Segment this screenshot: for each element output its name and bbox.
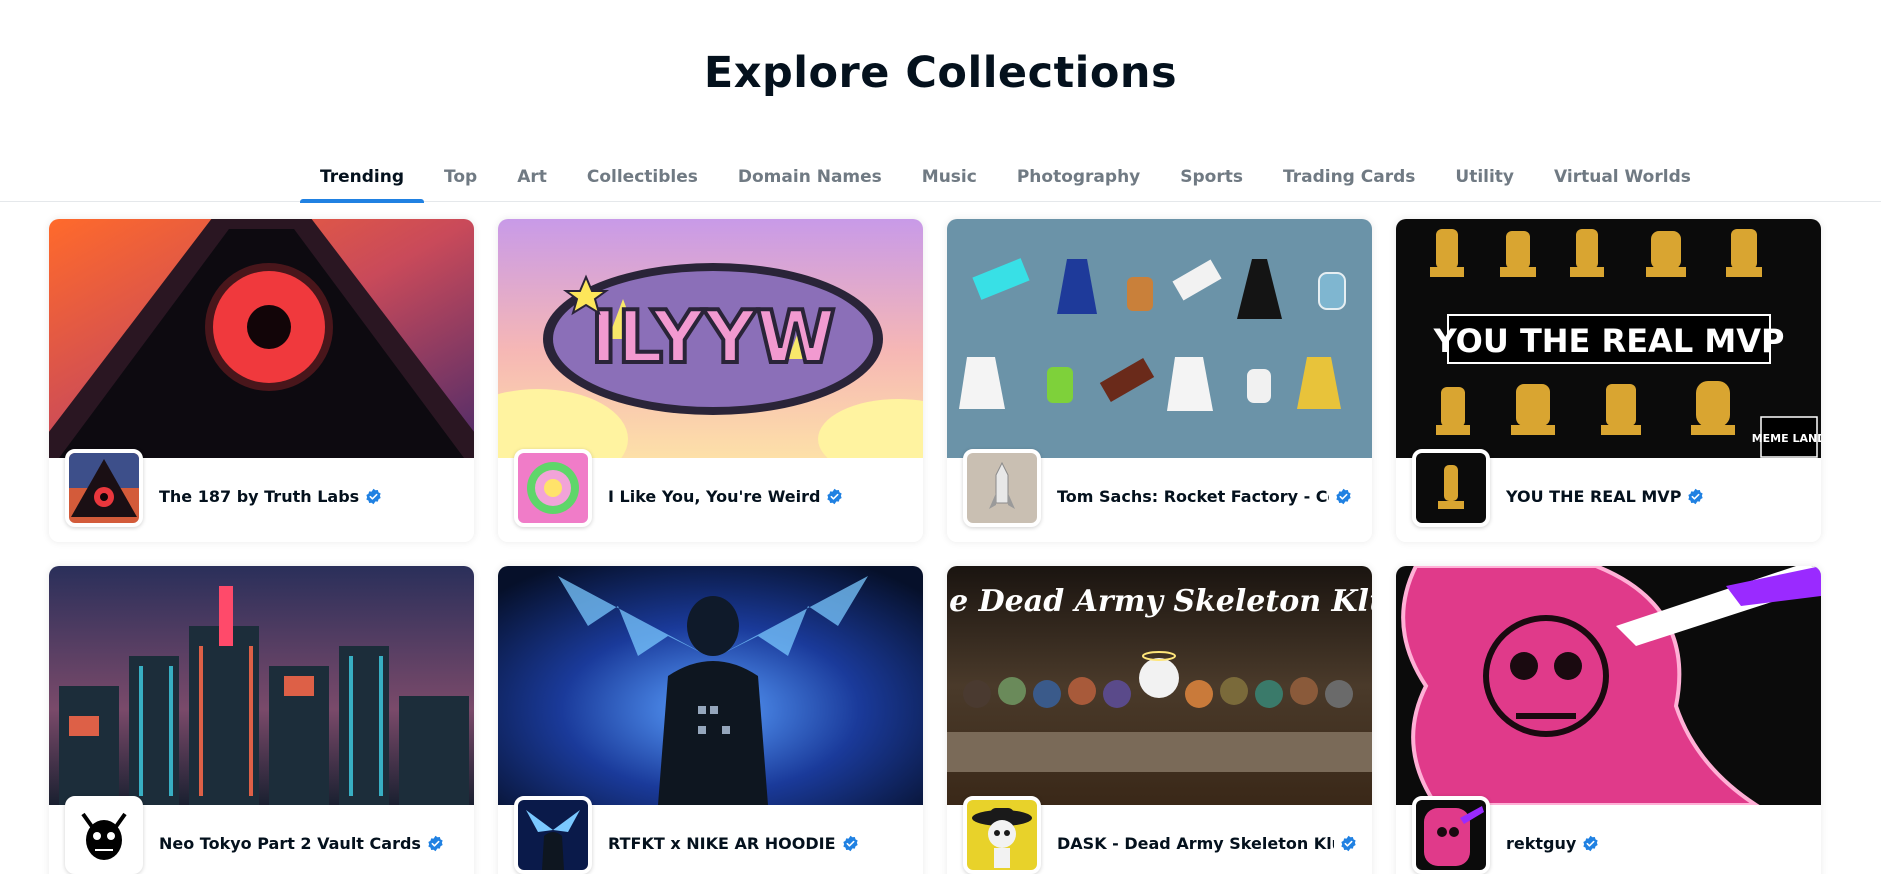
- collection-card[interactable]: YOU THE REAL MVP MEME LAND YOU THE REAL …: [1396, 219, 1821, 542]
- verified-badge-icon: [1583, 835, 1598, 851]
- tab-virtual-worlds[interactable]: Virtual Worlds: [1534, 158, 1711, 202]
- rocket-avatar: [963, 449, 1041, 527]
- tab-music[interactable]: Music: [902, 158, 997, 202]
- collection-name[interactable]: The 187 by Truth Labs: [159, 487, 359, 506]
- rocket-parts-grid-artwork: [947, 219, 1372, 458]
- red-eye-pyramid-artwork: [49, 219, 474, 458]
- collection-card[interactable]: RTFKT x NIKE AR HOODIE: [498, 566, 923, 874]
- collection-card[interactable]: Neo Tokyo Part 2 Vault Cards: [49, 566, 474, 874]
- banner-headline-text: YOU THE REAL MVP: [1433, 322, 1785, 360]
- pink-green-badge-avatar: [514, 449, 592, 527]
- verified-badge-icon: [1341, 835, 1356, 851]
- tab-collectibles[interactable]: Collectibles: [567, 158, 718, 202]
- collection-name[interactable]: Neo Tokyo Part 2 Vault Cards: [159, 834, 421, 853]
- tab-utility[interactable]: Utility: [1435, 158, 1534, 202]
- collection-card[interactable]: The 187 by Truth Labs: [49, 219, 474, 542]
- pyramid-eye-avatar: [65, 449, 143, 527]
- tab-trending[interactable]: Trending: [300, 158, 425, 203]
- collection-name[interactable]: YOU THE REAL MVP: [1506, 487, 1681, 506]
- verified-badge-icon: [827, 488, 843, 504]
- page-title: Explore Collections: [703, 48, 1178, 98]
- ilyyw-rainbow-logo-artwork: ILYYW: [498, 219, 923, 458]
- banner-headline-text: The Dead Army Skeleton Kluf.: [947, 584, 1372, 619]
- tab-photography[interactable]: Photography: [997, 158, 1160, 202]
- skeleton-sombrero-avatar: [963, 796, 1041, 874]
- tab-art[interactable]: Art: [497, 158, 567, 202]
- verified-badge-icon: [366, 488, 381, 504]
- verified-badge-icon: [842, 835, 858, 851]
- collection-card[interactable]: The Dead Army Skeleton Kluf.: [947, 566, 1372, 874]
- tab-domain-names[interactable]: Domain Names: [718, 158, 902, 202]
- collection-name[interactable]: DASK - Dead Army Skeleton Klub: [1057, 834, 1334, 853]
- demon-face-avatar: [65, 796, 143, 874]
- collection-card[interactable]: Tom Sachs: Rocket Factory - Com: [947, 219, 1372, 542]
- skeleton-last-supper-artwork: The Dead Army Skeleton Kluf.: [947, 566, 1372, 805]
- collection-name[interactable]: rektguy: [1506, 834, 1576, 853]
- verified-badge-icon: [1688, 488, 1704, 504]
- pink-skull-ghost-artwork: [1396, 566, 1821, 805]
- category-tabs: Trending Top Art Collectibles Domain Nam…: [0, 158, 1881, 203]
- collection-card[interactable]: ILYYW I Like You, You're Weird: [498, 219, 923, 542]
- collection-card[interactable]: rektguy: [1396, 566, 1821, 874]
- golden-trophies-artwork: YOU THE REAL MVP MEME LAND: [1396, 219, 1821, 458]
- pink-skull-avatar: [1412, 796, 1490, 874]
- winged-hoodie-avatar: [514, 796, 592, 874]
- collection-name[interactable]: RTFKT x NIKE AR HOODIE: [608, 834, 836, 853]
- collection-name[interactable]: Tom Sachs: Rocket Factory - Com: [1057, 487, 1329, 506]
- tab-trading-cards[interactable]: Trading Cards: [1263, 158, 1435, 202]
- banner-badge-text: MEME LAND: [1752, 432, 1821, 445]
- tab-sports[interactable]: Sports: [1160, 158, 1263, 202]
- banner-logo-text: ILYYW: [590, 295, 835, 379]
- neon-city-artwork: [49, 566, 474, 805]
- verified-badge-icon: [1336, 488, 1351, 504]
- tab-top[interactable]: Top: [424, 158, 497, 202]
- verified-badge-icon: [428, 835, 443, 851]
- golden-trophy-avatar: [1412, 449, 1490, 527]
- winged-hoodie-artwork: [498, 566, 923, 805]
- collection-name[interactable]: I Like You, You're Weird: [608, 487, 820, 506]
